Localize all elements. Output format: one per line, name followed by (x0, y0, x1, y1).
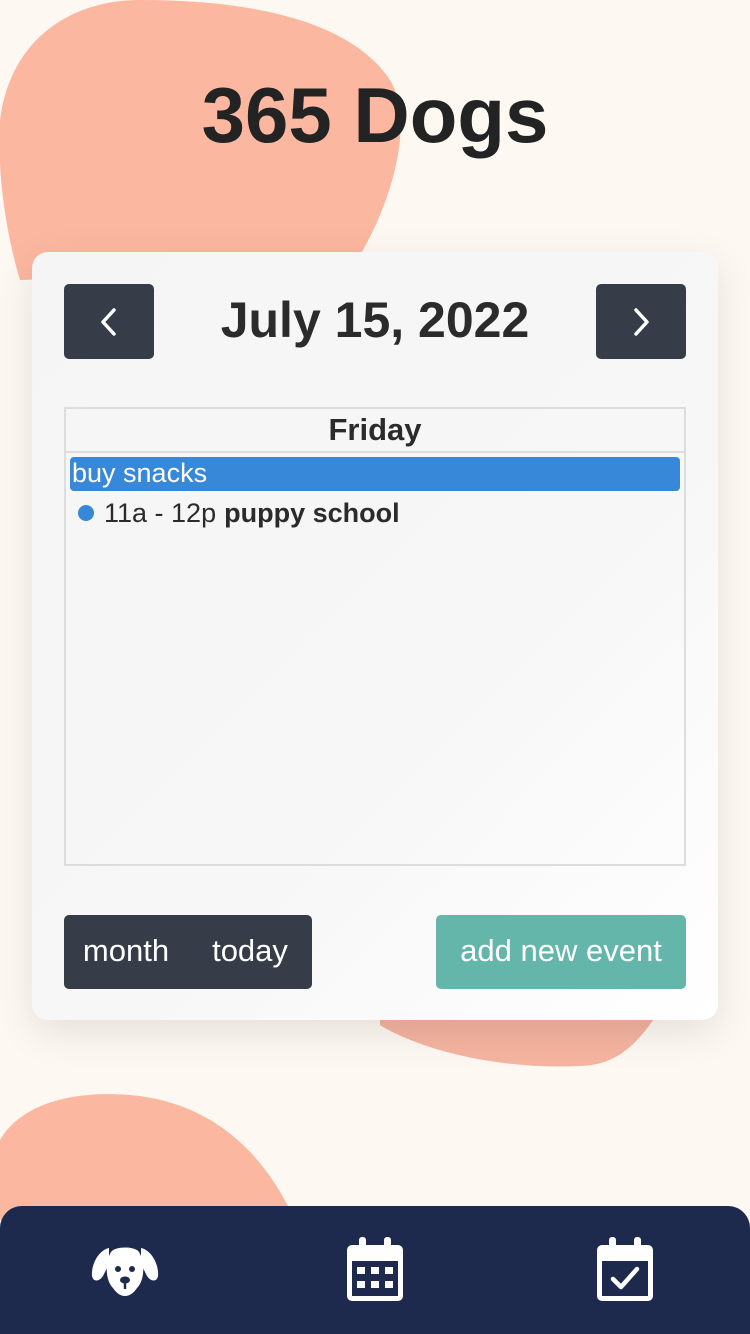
calendar-check-icon (597, 1237, 653, 1301)
chevron-right-icon (634, 307, 649, 336)
event-time: 11a - 12p (104, 497, 217, 528)
event-title: puppy school (224, 497, 400, 528)
background-blob-bottom (0, 1094, 290, 1220)
today-button[interactable]: today (188, 915, 312, 989)
tab-calendar[interactable] (335, 1232, 415, 1308)
previous-day-button[interactable] (64, 284, 154, 359)
month-view-button[interactable]: month (64, 915, 188, 989)
all-day-event[interactable]: buy snacks (70, 457, 680, 491)
tab-dog[interactable] (85, 1232, 165, 1308)
day-view: Friday buy snacks 11a - 12p puppy school (64, 407, 686, 866)
timed-event[interactable]: 11a - 12p puppy school (66, 495, 684, 531)
next-day-button[interactable] (596, 284, 686, 359)
chevron-left-icon (101, 307, 116, 336)
calendar-icon (347, 1237, 403, 1301)
dog-icon (91, 1247, 159, 1296)
day-header: Friday (66, 409, 684, 453)
view-toggle-group: month today (64, 915, 312, 989)
event-dot (78, 505, 94, 521)
date-title: July 15, 2022 (220, 292, 530, 348)
tab-calendar-check[interactable] (585, 1232, 665, 1308)
app-title: 365 Dogs (201, 71, 549, 159)
calendar-card: July 15, 2022 Friday buy snacks 11a - 12… (32, 252, 718, 1020)
bottom-nav-bar (0, 1206, 750, 1334)
add-new-event-button[interactable]: add new event (436, 915, 686, 989)
